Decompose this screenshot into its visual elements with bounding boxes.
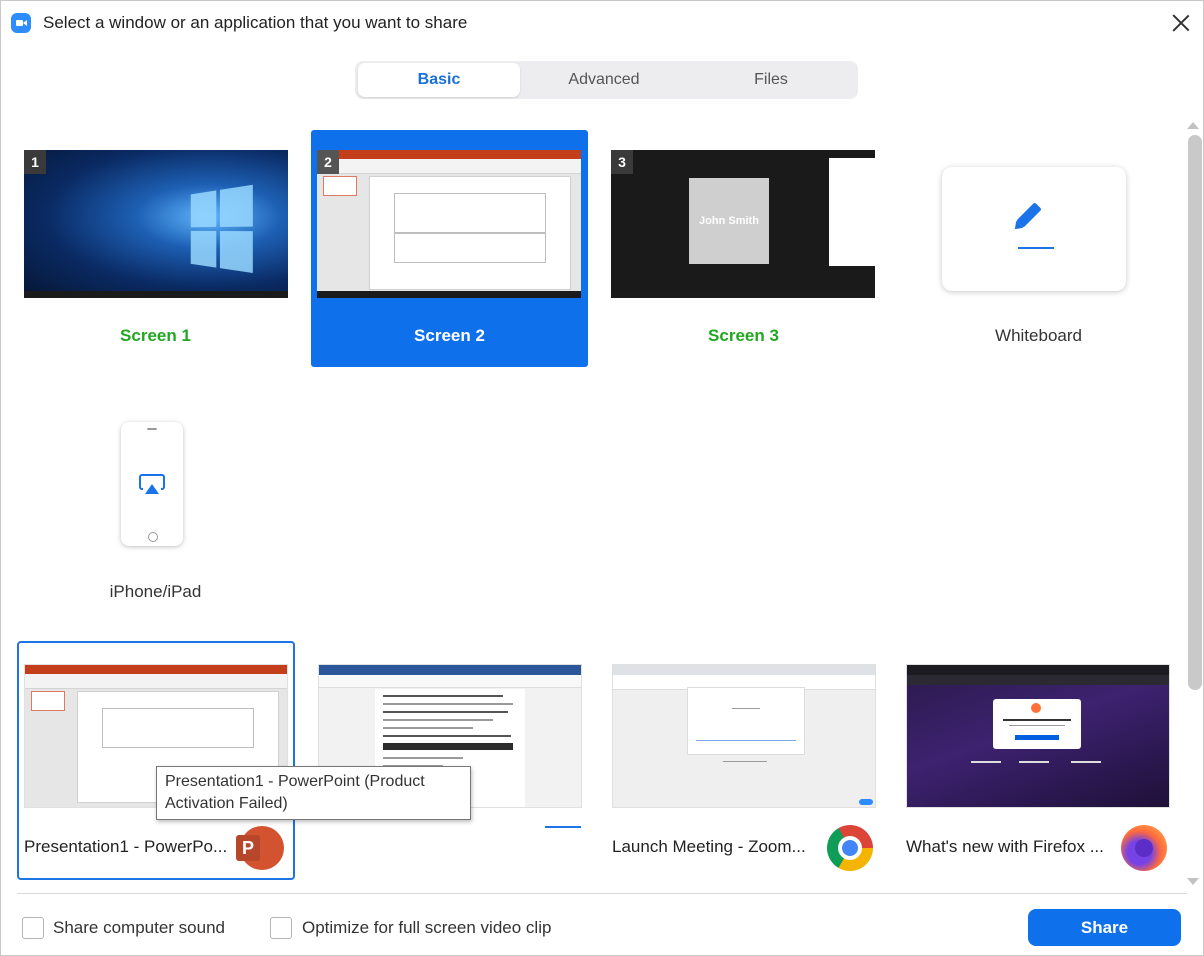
screen-1-label: Screen 1	[120, 326, 191, 345]
screen-number-badge: 1	[24, 150, 46, 174]
slide-thumbnail	[323, 176, 357, 196]
scrollbar-thumb[interactable]	[1188, 135, 1202, 690]
share-sound-label[interactable]: Share computer sound	[53, 918, 225, 938]
app-label-firefox: What's new with Firefox ...	[906, 837, 1104, 856]
tab-basic[interactable]: Basic	[358, 63, 520, 97]
slide-canvas	[369, 176, 571, 290]
screen-2-label: Screen 2	[414, 326, 485, 345]
word-icon	[319, 665, 581, 675]
zoom-camera-icon	[11, 13, 31, 33]
tab-bar: Basic Advanced Files	[355, 61, 858, 99]
firefox-icon	[1121, 825, 1167, 871]
app-tile-word-indicator	[545, 826, 581, 828]
screen-1-thumbnail: 1	[24, 150, 288, 298]
chrome-icon	[827, 825, 873, 871]
share-sound-checkbox[interactable]	[22, 917, 44, 939]
windows-logo	[190, 184, 255, 275]
close-icon[interactable]	[1170, 12, 1192, 34]
app-tile-chrome[interactable]	[612, 664, 876, 808]
phone-graphic	[121, 422, 183, 546]
app-label-powerpoint: Presentation1 - PowerPo...	[24, 837, 228, 856]
screen-3-label: Screen 3	[708, 326, 779, 345]
participant-video: John Smith	[689, 178, 769, 264]
screen-number-badge: 2	[317, 150, 339, 174]
title-bar: Select a window or an application that y…	[0, 0, 1204, 46]
footer-divider	[17, 893, 1187, 894]
powerpoint-icon: P	[236, 826, 284, 870]
dialog-title: Select a window or an application that y…	[43, 13, 468, 32]
optimize-video-label[interactable]: Optimize for full screen video clip	[302, 918, 551, 938]
app-label-chrome: Launch Meeting - Zoom...	[612, 837, 806, 856]
tab-files[interactable]: Files	[688, 63, 854, 97]
screen-2-tile[interactable]: 2 Screen 2	[311, 130, 588, 367]
screen-3-thumbnail: John Smith 3	[611, 150, 875, 298]
pen-icon	[1016, 202, 1042, 228]
screen-1-tile[interactable]: 1 Screen 1	[17, 130, 294, 367]
whiteboard-card	[942, 167, 1126, 291]
window-tooltip: Presentation1 - PowerPoint (Product Acti…	[156, 766, 471, 820]
tab-advanced[interactable]: Advanced	[523, 63, 685, 97]
screen-2-thumbnail: 2	[317, 150, 581, 298]
optimize-video-checkbox[interactable]	[270, 917, 292, 939]
screen-3-tile[interactable]: John Smith 3 Screen 3	[605, 130, 882, 367]
share-button[interactable]: Share	[1028, 909, 1181, 946]
screen-number-badge: 3	[611, 150, 633, 174]
taskbar	[24, 291, 288, 298]
whiteboard-label: Whiteboard	[995, 326, 1082, 345]
iphone-ipad-label: iPhone/iPad	[109, 582, 202, 601]
scroll-down-arrow[interactable]	[1187, 878, 1199, 885]
app-tile-firefox[interactable]	[906, 664, 1170, 808]
scroll-up-arrow[interactable]	[1187, 122, 1199, 129]
